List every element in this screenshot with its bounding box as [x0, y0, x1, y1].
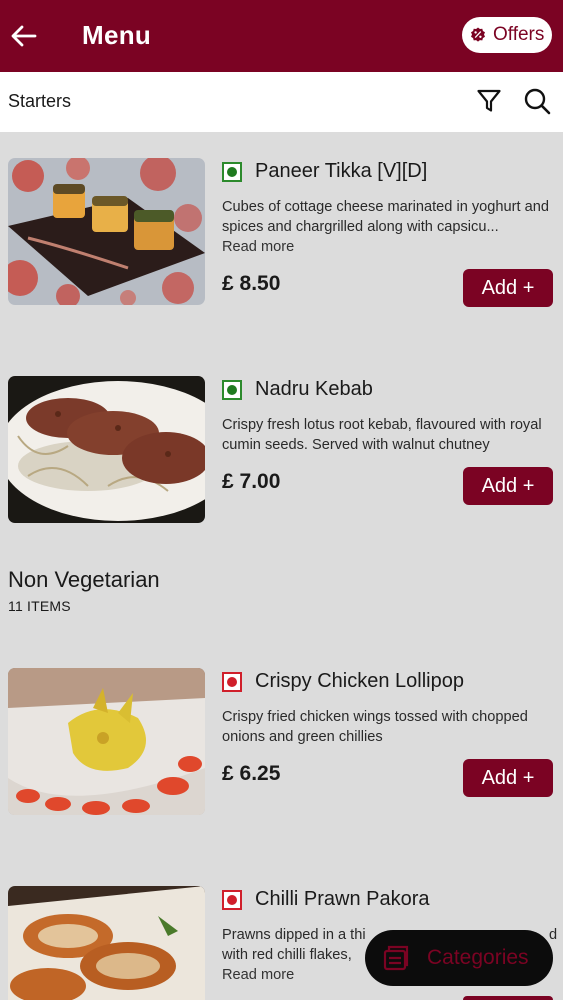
app-bar: Menu Offers [0, 0, 563, 72]
offers-label: Offers [493, 24, 545, 45]
item-image-nadru-kebab[interactable] [8, 376, 205, 523]
item-name: Nadru Kebab [255, 378, 373, 400]
item-name: Paneer Tikka [V][D] [255, 160, 428, 182]
item-name: Chilli Prawn Pakora [255, 888, 430, 910]
arrow-left-icon [11, 25, 37, 47]
read-more-link[interactable]: Read more [222, 967, 294, 983]
filter-icon [477, 89, 501, 112]
item-description: Crispy fried chicken wings tossed with c… [222, 709, 528, 745]
add-button[interactable] [463, 996, 553, 1000]
item-image-chilli-prawn-pakora[interactable] [8, 886, 205, 1000]
item-description-line: Prawns dipped in a thi [222, 927, 366, 943]
menu-book-icon [383, 945, 409, 971]
item-image-crispy-chicken-lollipop[interactable] [8, 668, 205, 815]
discount-badge-icon [470, 27, 486, 43]
categories-label: Categories [427, 946, 529, 969]
back-button[interactable] [8, 18, 40, 54]
item-price: £ 6.25 [222, 762, 281, 785]
search-icon [524, 88, 551, 115]
section-item-count: 11 ITEMS [8, 598, 71, 614]
add-button[interactable]: Add + [463, 467, 553, 505]
non-veg-indicator-icon [222, 672, 242, 692]
item-description: Cubes of cottage cheese marinated in yog… [222, 197, 558, 257]
categories-button[interactable]: Categories [365, 930, 553, 986]
item-name: Crispy Chicken Lollipop [255, 670, 464, 692]
item-price: £ 7.00 [222, 470, 281, 493]
veg-indicator-icon [222, 162, 242, 182]
item-description-text: Cubes of cottage cheese marinated in yog… [222, 199, 549, 235]
add-button[interactable]: Add + [463, 269, 553, 307]
item-description-line: with red chilli flakes, [222, 947, 352, 963]
page-title: Menu [82, 20, 152, 50]
item-image-paneer-tikka[interactable] [8, 158, 205, 305]
offers-button[interactable]: Offers [462, 17, 552, 53]
category-title: Starters [8, 91, 72, 111]
item-description: Crispy fresh lotus root kebab, flavoured… [222, 417, 542, 453]
non-veg-indicator-icon [222, 890, 242, 910]
search-button[interactable] [522, 86, 552, 116]
item-price: £ 8.50 [222, 272, 281, 295]
item-description-fragment: d [549, 927, 558, 943]
veg-indicator-icon [222, 380, 242, 400]
read-more-link[interactable]: Read more [222, 239, 294, 255]
section-title: Non Vegetarian [8, 567, 160, 592]
add-button[interactable]: Add + [463, 759, 553, 797]
filter-button[interactable] [474, 86, 504, 116]
